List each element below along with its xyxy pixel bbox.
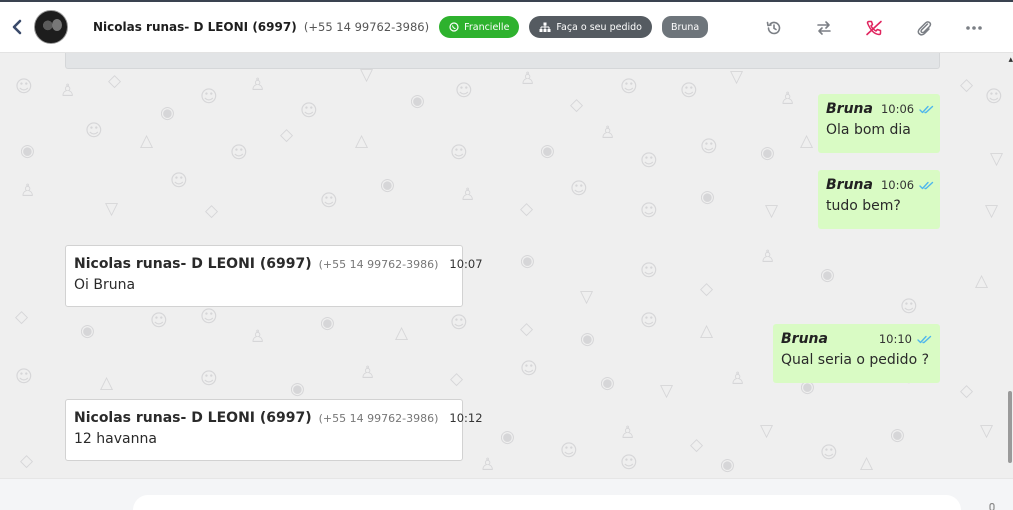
chat-header: Nicolas runas- D LEONI (6997) (+55 14 99… [0, 0, 1013, 53]
message-composer [0, 478, 1013, 510]
tag-agent[interactable]: Francielle [439, 16, 520, 38]
chat-area[interactable]: ☺ ♙ ◇ ◉ ☺ ♙ ☺ ▽ ◉ ☺ ♙ ◇ ☺ ☺ ▽ ♙ ◇ ☺ ◉ ☺ △ ☺ ◇ △ ☺ ◉ ♙ ☺ ☺ ◉ … [0, 53, 1013, 478]
contact-title: Nicolas runas- D LEONI (6997) (+55 14 99… [93, 20, 429, 34]
avatar[interactable] [34, 10, 68, 44]
message-sender: Bruna [826, 101, 873, 117]
message-sender: Bruna [781, 331, 828, 347]
message-sender: Nicolas runas- D LEONI (6997) [74, 410, 312, 426]
message-header: Bruna 10:06 [826, 101, 934, 117]
message-header: Bruna 10:10 [781, 331, 932, 347]
tag-agent-label: Francielle [464, 21, 510, 33]
message-header: Nicolas runas- D LEONI (6997) (+55 14 99… [74, 256, 483, 272]
message-time: 10:06 [880, 102, 915, 116]
chevron-left-icon [12, 19, 22, 35]
message-outgoing[interactable]: Bruna 10:10 Qual seria o pedido ? [773, 324, 940, 383]
message-text: Qual seria o pedido ? [781, 352, 930, 368]
end-call-button[interactable] [849, 2, 899, 53]
previous-message-edge [65, 53, 940, 69]
end-call-icon [866, 20, 882, 35]
message-header: Bruna 10:06 [826, 177, 934, 193]
message-input[interactable] [133, 495, 961, 510]
message-text: tudo bem? [826, 198, 901, 214]
read-ticks-icon [919, 181, 934, 190]
message-text: 12 havanna [74, 431, 157, 447]
message-header: Nicolas runas- D LEONI (6997) (+55 14 99… [74, 410, 483, 426]
chat-scrollbar[interactable]: ▴ [1005, 53, 1013, 478]
scrollbar-thumb[interactable] [1008, 391, 1012, 463]
attach-icon [917, 20, 932, 36]
message-time: 10:10 [878, 332, 912, 346]
message-sender: Bruna [826, 177, 873, 193]
back-button[interactable] [0, 2, 34, 52]
scroll-up-icon[interactable]: ▴ [1008, 55, 1013, 65]
message-outgoing[interactable]: Bruna 10:06 tudo bem? [818, 170, 940, 229]
read-ticks-icon [917, 335, 932, 344]
tag-user-label: Bruna [670, 21, 700, 33]
contact-phone: (+55 14 99762-3986) [303, 20, 430, 34]
history-button[interactable] [749, 2, 799, 53]
attach-button[interactable] [899, 2, 949, 53]
message-text: Ola bom dia [826, 122, 911, 138]
whatsapp-icon [449, 22, 459, 32]
message-outgoing[interactable]: Bruna 10:06 Ola bom dia [818, 94, 940, 153]
more-icon [966, 25, 982, 30]
microphone-icon[interactable] [987, 503, 997, 510]
message-time: 10:12 [449, 411, 483, 425]
more-button[interactable] [949, 2, 999, 53]
history-icon [766, 21, 781, 34]
message-text: Oi Bruna [74, 277, 136, 293]
tag-user[interactable]: Bruna [661, 16, 709, 38]
message-time: 10:06 [880, 178, 915, 192]
transfer-button[interactable] [799, 2, 849, 53]
message-sender-phone: (+55 14 99762-3986) [318, 258, 439, 271]
message-sender-phone: (+55 14 99762-3986) [318, 412, 439, 425]
tag-flow[interactable]: Faça o seu pedido [529, 16, 652, 38]
message-incoming[interactable]: Nicolas runas- D LEONI (6997) (+55 14 99… [65, 399, 483, 461]
contact-name: Nicolas runas- D LEONI (6997) [93, 20, 297, 34]
sitemap-icon [539, 22, 551, 32]
tag-flow-label: Faça o seu pedido [556, 21, 642, 33]
transfer-icon [817, 20, 831, 35]
message-sender: Nicolas runas- D LEONI (6997) [74, 256, 312, 272]
message-time: 10:07 [449, 257, 483, 271]
read-ticks-icon [919, 105, 934, 114]
message-incoming[interactable]: Nicolas runas- D LEONI (6997) (+55 14 99… [65, 245, 483, 307]
header-actions [749, 2, 999, 53]
